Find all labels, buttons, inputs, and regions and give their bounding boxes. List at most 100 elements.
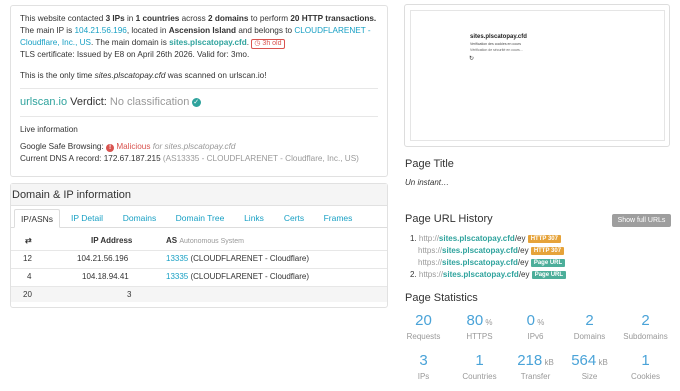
summary-text: This is the only time <box>20 71 95 80</box>
gsb-value: Malicious <box>116 142 151 151</box>
screenshot-site-line: Vérification de sécurité en cours... <box>470 48 523 52</box>
url-history-heading: Page URL History <box>405 213 493 225</box>
row-ip-link[interactable]: 104.18.94.41 <box>82 272 129 281</box>
tab-certs[interactable]: Certs <box>277 209 311 228</box>
stat-unit: kB <box>542 358 554 367</box>
stat-value: 0 <box>526 312 535 329</box>
domain-ip-tabs: IP/ASNs IP Detail Domains Domain Tree Li… <box>11 209 387 228</box>
verdict-label: Verdict: <box>67 96 110 108</box>
domain-ip-title: Domain & IP information <box>12 189 132 201</box>
tab-domains[interactable]: Domains <box>117 209 162 228</box>
stat-unit: kB <box>596 358 608 367</box>
stat-label: Size <box>581 372 598 381</box>
table-total-row: 20 3 <box>11 286 387 302</box>
url-history-item: 2. https://sites.plscatopay.cfd/ey Page … <box>410 269 567 281</box>
location: Ascension Island <box>168 26 237 35</box>
summary-text: was scanned on urlscan.io! <box>165 71 267 80</box>
url-host-link[interactable]: sites.plscatopay.cfd <box>439 234 515 243</box>
stat-unit: % <box>535 318 545 327</box>
stat-label: IPv6 <box>527 332 544 341</box>
url-host-link[interactable]: sites.plscatopay.cfd <box>442 258 518 267</box>
divider <box>20 116 378 117</box>
row-asn-link[interactable]: 13335 <box>166 272 188 281</box>
redirect-tag: HTTP 307 <box>530 247 565 255</box>
stat-label: Transfer <box>520 372 551 381</box>
domain-count: 2 domains <box>207 14 249 23</box>
stat-label: Requests <box>406 332 441 341</box>
as-header-label: AS <box>166 236 178 245</box>
stat-label: Cookies <box>631 372 660 381</box>
stat-value: 564 <box>571 352 597 369</box>
urlscan-brand-link[interactable]: urlscan.io <box>20 96 67 108</box>
summary-text: , located in <box>126 26 169 35</box>
scan-count-line: This is the only time sites.plscatopay.c… <box>20 70 267 81</box>
row-asn-link[interactable]: 13335 <box>166 254 188 263</box>
url-host-link[interactable]: sites.plscatopay.cfd <box>443 270 519 279</box>
url-history-item: https://sites.plscatopay.cfd/ey HTTP 307 <box>410 245 566 257</box>
gsb-domain: for sites.plscatopay.cfd <box>150 142 236 151</box>
summary-text: and belongs to <box>236 26 295 35</box>
asn-link[interactable]: CLOUDFLARENET - <box>294 26 370 35</box>
tab-ip-detail[interactable]: IP Detail <box>64 209 110 228</box>
url-scheme: https:// <box>418 270 443 279</box>
url-history-list: 1. http://sites.plscatopay.cfd/ey HTTP 3… <box>410 233 567 281</box>
age-badge: ◷ 3h old <box>251 39 285 49</box>
tab-domain-tree[interactable]: Domain Tree <box>171 209 229 228</box>
stat-value: 218 <box>517 352 543 369</box>
row-as-name: (CLOUDFLARENET - Cloudflare) <box>188 254 310 263</box>
stat-value: 80 <box>466 312 484 329</box>
page-title-heading: Page Title <box>405 158 454 170</box>
url-scheme: https:// <box>418 246 443 255</box>
table-row: 4 104.18.94.41 13335 (CLOUDFLARENET - Cl… <box>11 268 387 284</box>
gsb-line: Google Safe Browsing: ! Malicious for si… <box>20 141 235 152</box>
main-ip-link[interactable]: 104.21.56.196 <box>74 26 126 35</box>
url-history-item: 1. http://sites.plscatopay.cfd/ey HTTP 3… <box>410 233 566 245</box>
url-scheme: https:// <box>418 258 443 267</box>
row-as-name: (CLOUDFLARENET - Cloudflare) <box>188 272 310 281</box>
stat-value: 1 <box>641 352 650 369</box>
summary-line-2: The main IP is 104.21.56.196, located in… <box>20 25 371 36</box>
ip-count: 3 IPs <box>105 14 125 23</box>
verdict-value: No classification <box>109 96 190 108</box>
as-header-sub: Autonomous System <box>179 238 244 245</box>
stat-size: 564 kB Size <box>562 352 617 382</box>
stat-cookies: 1 Cookies <box>618 352 673 382</box>
stat-subdomains: 2 Subdomains <box>618 312 673 342</box>
table-row: 12 104.21.56.196 13335 (CLOUDFLARENET - … <box>11 250 387 266</box>
stat-domains: 2 Domains <box>562 312 617 342</box>
verdict-line: urlscan.io Verdict: No classification ✓ <box>20 97 201 108</box>
stat-value: 20 <box>415 312 432 329</box>
item-number: 2. <box>410 270 419 279</box>
total-ips: 3 <box>127 290 132 299</box>
url-host-link[interactable]: sites.plscatopay.cfd <box>442 246 518 255</box>
stat-transfer: 218 kB Transfer <box>508 352 563 382</box>
row-count: 4 <box>27 272 32 281</box>
summary-line-3: Cloudflare, Inc., US. The main domain is… <box>20 37 285 49</box>
summary-line-1: This website contacted 3 IPs in 1 countr… <box>20 13 376 24</box>
summary-text: across <box>179 14 208 23</box>
main-domain-link[interactable]: sites.plscatopay.cfd <box>169 38 247 47</box>
stat-label: HTTPS <box>466 332 493 341</box>
summary-text: This website contacted <box>20 14 106 23</box>
page-title-value: Un instant… <box>405 178 450 187</box>
stat-ipv6: 0 % IPv6 <box>508 312 563 342</box>
page-statistics-heading: Page Statistics <box>405 292 478 304</box>
show-full-urls-button[interactable]: Show full URLs <box>612 214 671 227</box>
summary-text: . The main domain is <box>91 38 170 47</box>
screenshot-site-sub: Verification des cookies en cours <box>470 42 521 46</box>
redirect-tag: HTTP 307 <box>527 235 561 243</box>
page-screenshot[interactable]: sites.plscatopay.cfd Verification des co… <box>404 4 670 147</box>
asn-link-cont[interactable]: Cloudflare, Inc., US <box>20 38 91 47</box>
count-header[interactable]: ⇄ <box>25 236 32 245</box>
tab-ip-asns[interactable]: IP/ASNs <box>14 209 60 228</box>
tab-links[interactable]: Links <box>237 209 271 228</box>
dns-line: Current DNS A record: 172.67.187.215 (AS… <box>20 153 359 164</box>
tab-frames[interactable]: Frames <box>317 209 359 228</box>
spinner-icon: ↻ <box>469 56 475 62</box>
clock-icon: ◷ <box>254 40 261 47</box>
page-url-tag: Page URL <box>531 271 567 279</box>
summary-text: The main IP is <box>20 26 75 35</box>
page-url-tag: Page URL <box>530 259 566 267</box>
url-history-item: https://sites.plscatopay.cfd/ey Page URL <box>410 257 566 269</box>
row-ip-link[interactable]: 104.21.56.196 <box>77 254 128 263</box>
